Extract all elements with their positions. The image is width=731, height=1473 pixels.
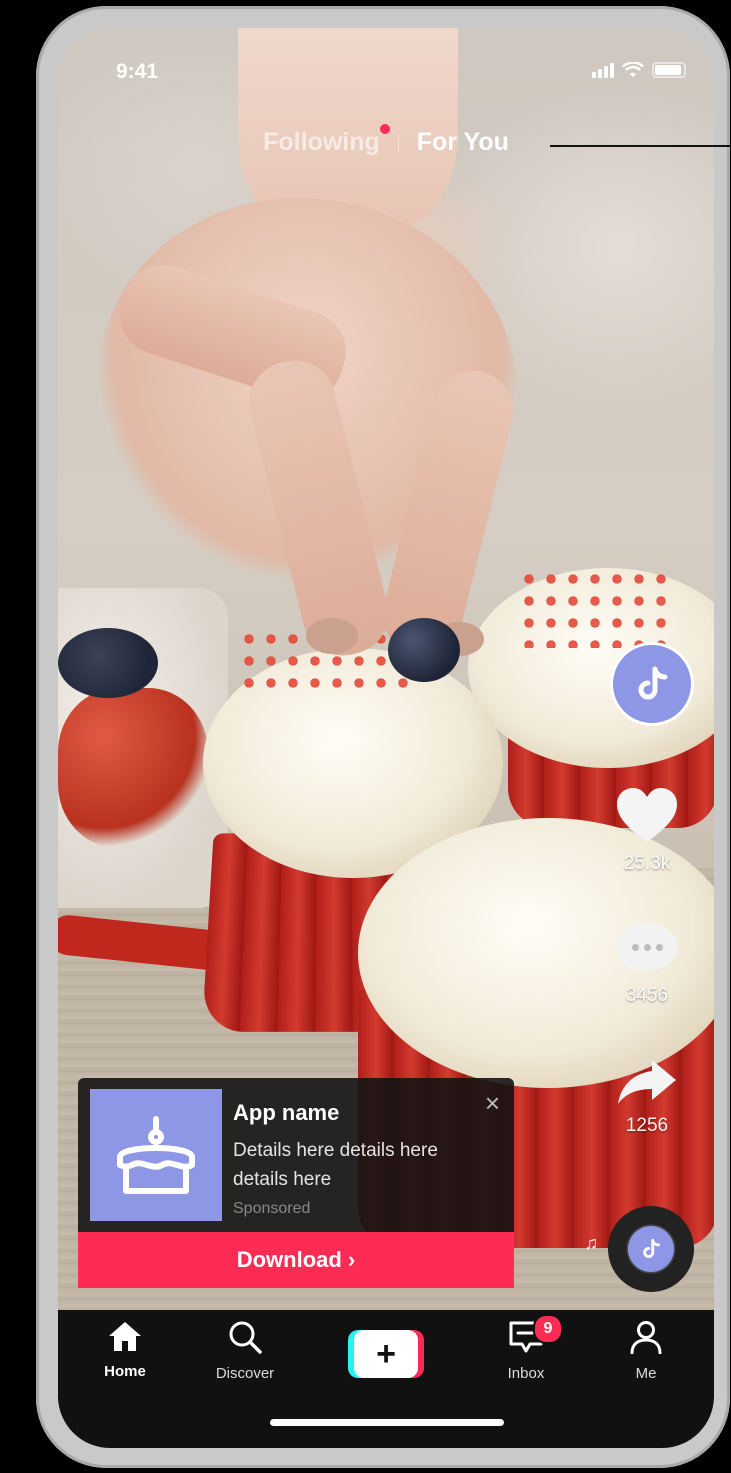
nav-home-label: Home [104,1363,146,1380]
plus-icon: + [354,1330,418,1378]
ad-app-name: App name [233,1100,340,1125]
create-button[interactable]: + [348,1330,424,1378]
tab-divider [397,133,399,152]
blueberries-bowl [58,628,158,698]
share-arrow-icon [618,1060,676,1104]
close-icon[interactable]: × [485,1090,500,1116]
callout-line [550,145,731,147]
finger [109,254,357,412]
ribbon [58,913,430,993]
nav-me[interactable]: Me [591,1320,701,1382]
like-count: 25.3k [623,853,671,874]
video-screen[interactable]: 9:41 Following For You 25.3k 3456 1256 ♫… [58,28,714,1448]
crumbs [238,628,418,698]
signal-icon [592,63,614,78]
crumbs [518,568,678,648]
tiktok-icon [638,666,668,700]
comment-count: 3456 [625,985,669,1006]
nail [306,618,358,654]
finger [240,352,398,664]
download-button[interactable]: Download › [78,1232,514,1288]
battery-icon [652,62,686,78]
cake-icon [117,1116,195,1194]
hand [98,198,518,578]
tab-following[interactable]: Following [263,124,390,157]
music-disc[interactable] [608,1206,694,1292]
nav-inbox-label: Inbox [507,1365,545,1382]
ad-app-icon [90,1089,222,1221]
sponsored-label: Sponsored [233,1200,311,1217]
blueberry [388,618,460,682]
tab-for-you[interactable]: For You [417,128,509,157]
nav-inbox[interactable]: 9 Inbox [471,1314,581,1382]
tiktok-icon [643,1238,660,1258]
wifi-icon [622,62,644,77]
comment-button[interactable]: 3456 [602,923,692,1007]
ad-card[interactable]: App name Details here details here detai… [78,1078,514,1232]
feed-tabs: Following For You [58,124,714,157]
home-icon [109,1322,141,1351]
cupcake-frosting [203,648,503,878]
status-icons [592,62,686,78]
nail [434,622,484,656]
share-button[interactable]: 1256 [602,1058,692,1137]
tab-following-label: Following [263,128,380,156]
status-time: 9:41 [116,60,159,83]
share-count: 1256 [625,1115,669,1136]
like-button[interactable]: 25.3k [602,786,692,875]
bowl [58,588,228,908]
heart-icon [617,788,677,842]
cupcake-wrapper [201,833,465,1032]
home-indicator [270,1419,504,1426]
nav-discover-label: Discover [215,1365,275,1382]
nav-home[interactable]: Home [70,1320,180,1380]
ad-details: Details here details here details here [233,1140,438,1190]
profile-icon [630,1321,662,1355]
inbox-badge: 9 [533,1314,563,1344]
sponsored-ad[interactable]: App name Details here details here detai… [78,1078,514,1288]
music-note-icon: ♫ [584,1233,599,1253]
bottom-nav: Home Discover + 9 Inbox Me [58,1310,714,1448]
nav-discover[interactable]: Discover [190,1320,300,1382]
nav-me-label: Me [635,1365,657,1382]
finger [374,362,522,664]
creator-avatar[interactable] [610,642,694,726]
notification-dot [379,124,390,134]
comment-icon [616,923,678,972]
berries [58,688,208,848]
sound-avatar [628,1226,674,1272]
search-icon [229,1321,262,1354]
cupcake-base [298,828,458,868]
